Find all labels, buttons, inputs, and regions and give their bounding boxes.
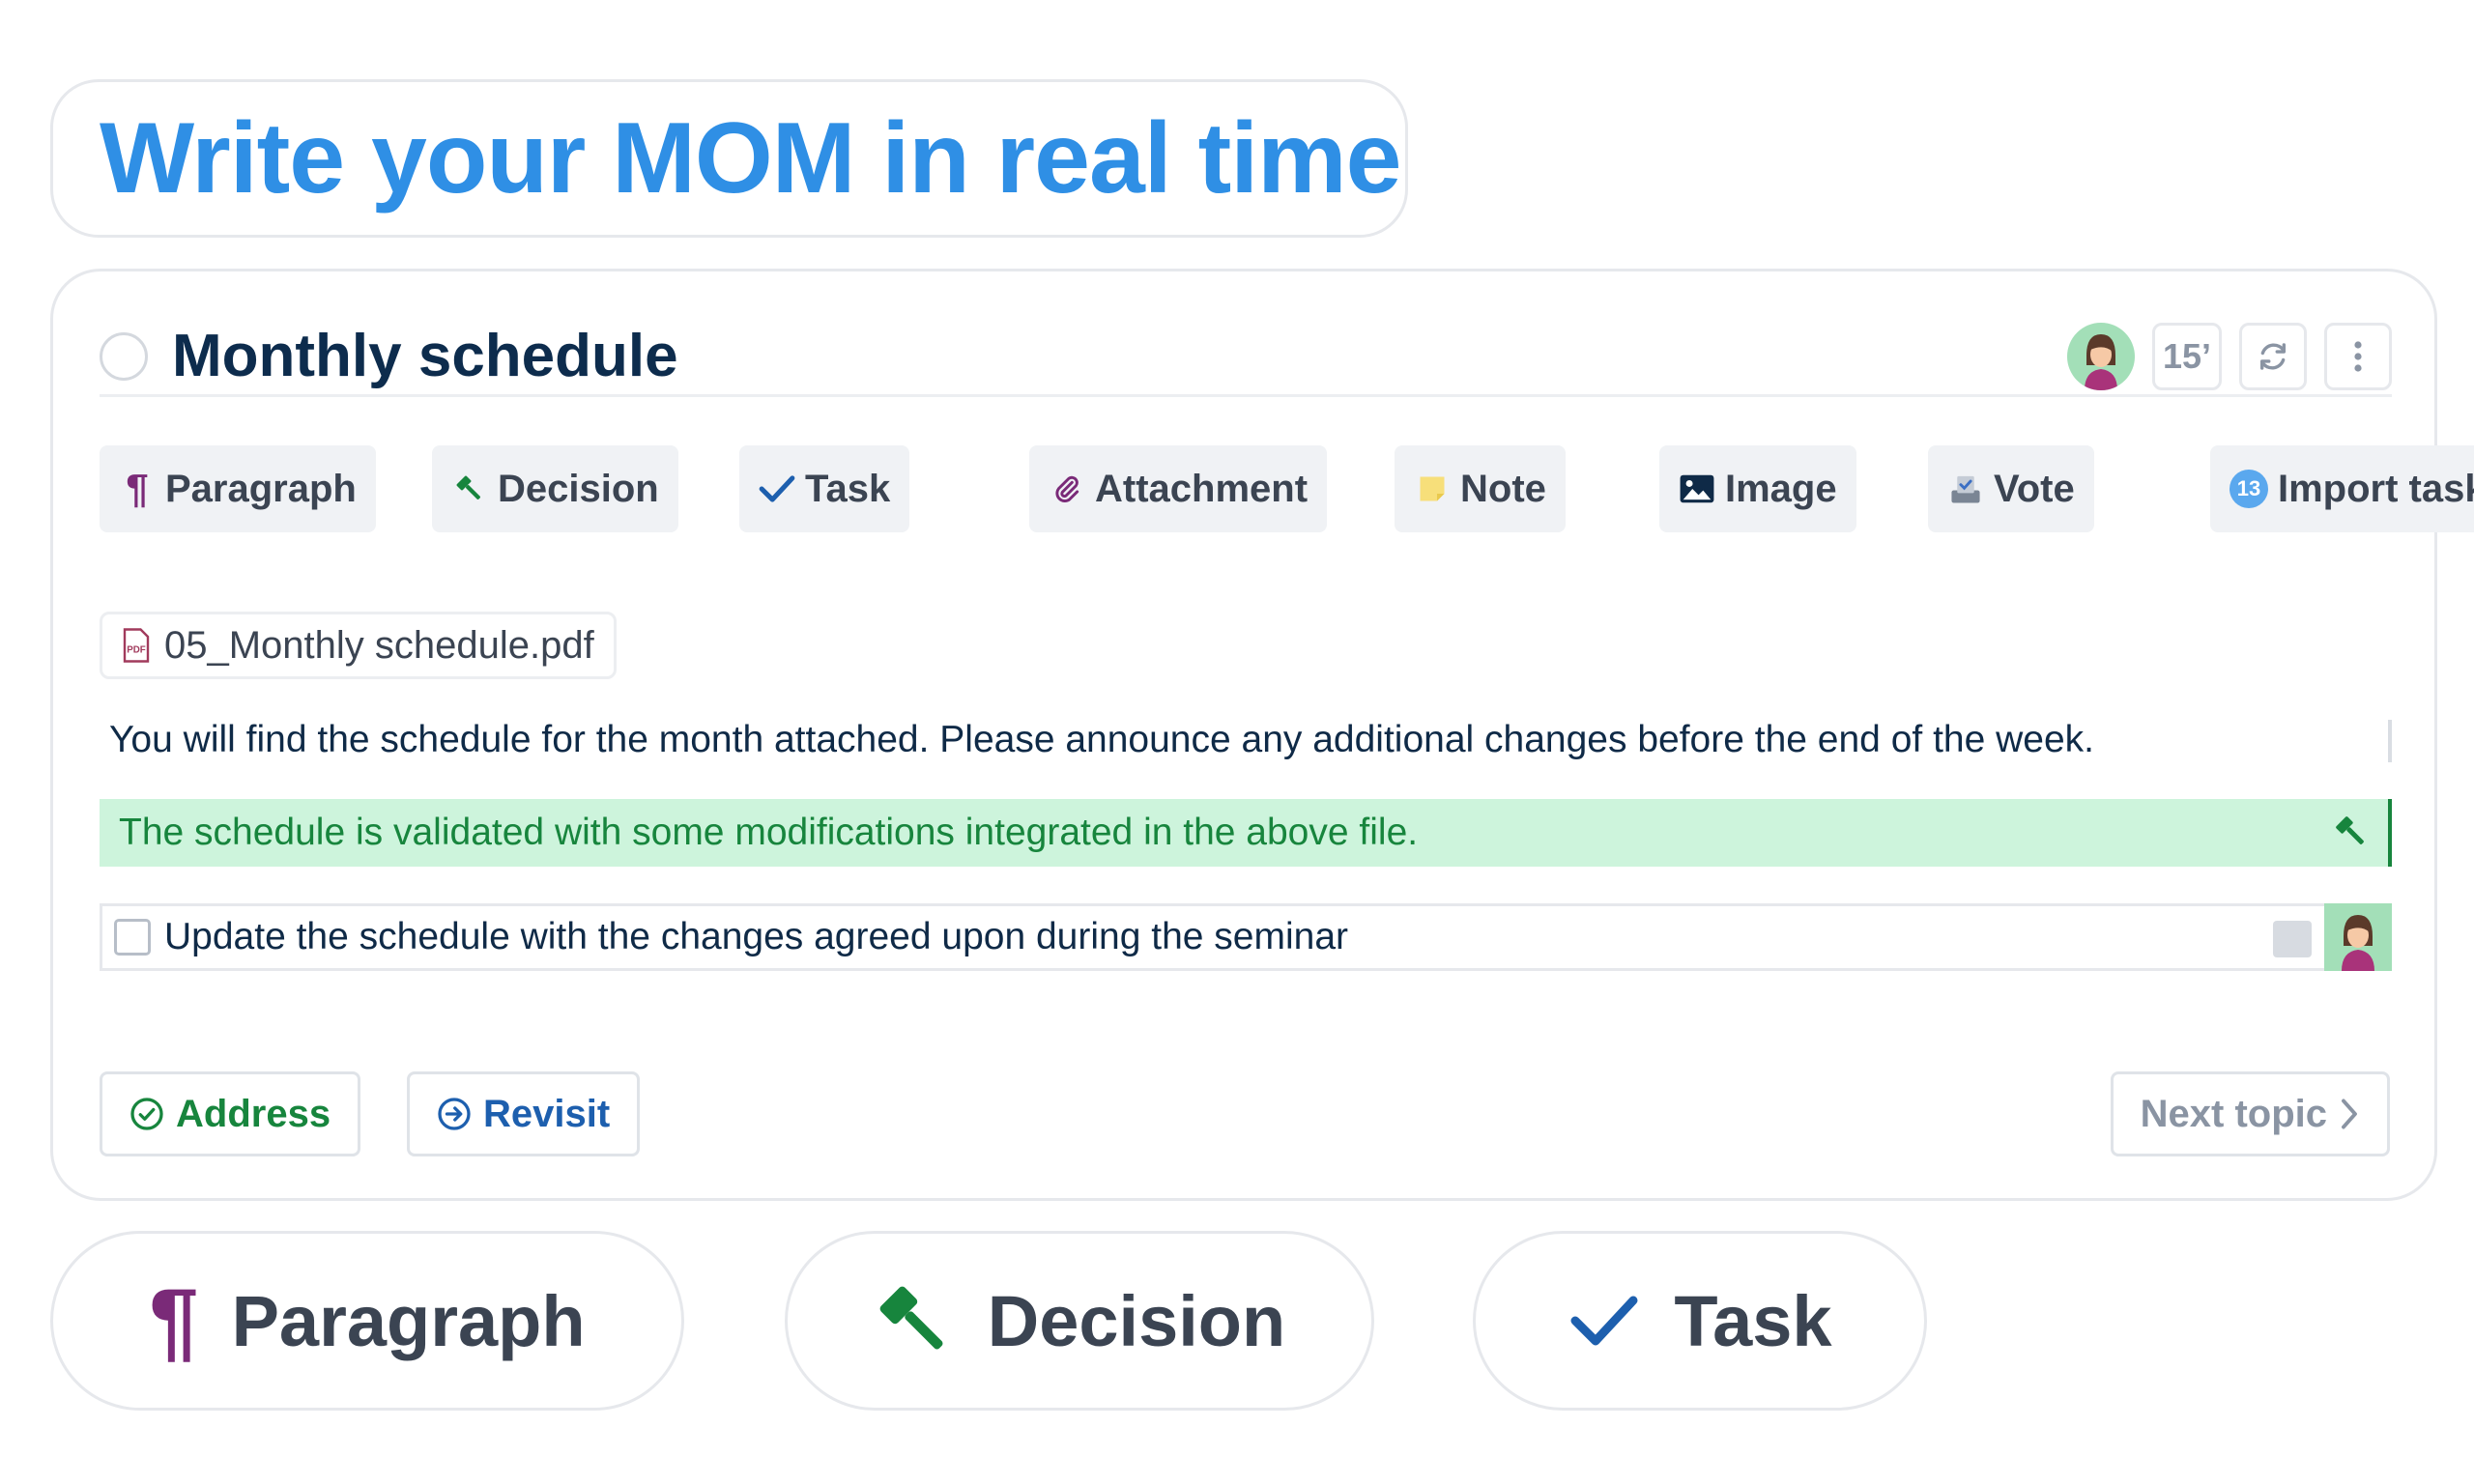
attachment-filename: 05_Monthly schedule.pdf <box>164 623 594 667</box>
note-icon <box>1414 471 1451 507</box>
gavel-icon <box>2332 813 2371 861</box>
due-date-button[interactable] <box>2273 921 2312 957</box>
chevron-right-icon <box>2342 1099 2357 1129</box>
insert-toolbar: ¶ Paragraph Decision Task Attachment Not… <box>100 445 2474 532</box>
feature-pill-decision: Decision <box>785 1231 1374 1411</box>
duration-button[interactable]: 15’ <box>2151 322 2222 390</box>
insert-image-button[interactable]: Image <box>1659 445 1856 532</box>
image-icon <box>1679 471 1715 507</box>
check-circle-icon <box>130 1098 163 1130</box>
gavel-icon <box>451 471 488 507</box>
insert-image-label: Image <box>1725 467 1837 510</box>
import-tasks-button[interactable]: 13 Import tasks <box>2210 445 2474 532</box>
woman-avatar-icon <box>2084 333 2117 390</box>
feature-pill-paragraph: ¶ Paragraph <box>50 1231 684 1411</box>
check-icon <box>759 471 795 507</box>
headline: Write your MOM in real time <box>100 101 1401 214</box>
task-text: Update the schedule with the changes agr… <box>164 916 1348 957</box>
topic-header: Monthly schedule 15’ <box>100 318 2392 397</box>
presenter-avatar[interactable] <box>2066 322 2135 390</box>
decision-text: The schedule is validated with some modi… <box>119 812 1419 853</box>
import-count: 13 <box>2236 476 2261 500</box>
ballot-box-icon <box>1947 471 1984 507</box>
feature-pill-task: Task <box>1473 1231 1927 1411</box>
assignee-avatar[interactable] <box>2324 903 2392 971</box>
insert-decision-label: Decision <box>498 467 659 510</box>
feature-task-label: Task <box>1674 1280 1832 1361</box>
headline-banner: Write your MOM in real time <box>50 79 1408 238</box>
topic-title[interactable]: Monthly schedule <box>172 322 678 390</box>
task-item[interactable]: Update the schedule with the changes agr… <box>100 903 2392 971</box>
task-checkbox[interactable] <box>114 919 151 956</box>
pilcrow-icon: ¶ <box>149 1271 199 1370</box>
paragraph-text: You will find the schedule for the month… <box>109 719 2094 760</box>
insert-task-button[interactable]: Task <box>739 445 910 532</box>
more-vertical-icon <box>2354 340 2362 372</box>
paragraph-item[interactable]: You will find the schedule for the month… <box>100 706 2392 774</box>
insert-vote-button[interactable]: Vote <box>1928 445 2094 532</box>
insert-paragraph-label: Paragraph <box>165 467 357 510</box>
topic-tools: 15’ <box>2066 322 2392 390</box>
attachment-chip[interactable]: PDF 05_Monthly schedule.pdf <box>100 612 617 679</box>
pdf-file-icon: PDF <box>123 628 150 663</box>
insert-decision-button[interactable]: Decision <box>432 445 678 532</box>
insert-task-label: Task <box>805 467 891 510</box>
check-icon <box>1570 1296 1638 1346</box>
insert-vote-label: Vote <box>1994 467 2075 510</box>
insert-note-label: Note <box>1460 467 1546 510</box>
insert-paragraph-button[interactable]: ¶ Paragraph <box>100 445 376 532</box>
refresh-icon <box>2259 342 2287 370</box>
woman-avatar-icon <box>2342 915 2374 971</box>
next-topic-label: Next topic <box>2140 1092 2327 1135</box>
import-badge-icon: 13 <box>2229 470 2268 508</box>
address-button[interactable]: Address <box>100 1071 361 1156</box>
refresh-button[interactable] <box>2239 322 2307 390</box>
revisit-button[interactable]: Revisit <box>407 1071 641 1156</box>
insert-attachment-label: Attachment <box>1095 467 1309 510</box>
pilcrow-icon: ¶ <box>126 466 149 511</box>
more-options-button[interactable] <box>2324 322 2392 390</box>
feature-decision-label: Decision <box>987 1280 1286 1361</box>
next-topic-button[interactable]: Next topic <box>2110 1071 2390 1156</box>
import-tasks-label: Import tasks <box>2278 467 2474 510</box>
paperclip-icon <box>1049 471 1085 507</box>
paragraph-indicator <box>2388 720 2392 762</box>
duration-label: 15’ <box>2162 335 2211 376</box>
feature-paragraph-label: Paragraph <box>231 1280 586 1361</box>
address-label: Address <box>176 1092 331 1135</box>
arrow-circle-icon <box>438 1098 471 1130</box>
topic-card: Monthly schedule 15’ ¶ Paragraph Decisio… <box>50 269 2474 1201</box>
insert-attachment-button[interactable]: Attachment <box>1029 445 1328 532</box>
topic-status-toggle[interactable] <box>100 331 148 381</box>
decision-indicator <box>2388 799 2392 867</box>
svg-text:PDF: PDF <box>127 645 146 656</box>
insert-note-button[interactable]: Note <box>1395 445 1566 532</box>
decision-item[interactable]: The schedule is validated with some modi… <box>100 799 2392 867</box>
revisit-label: Revisit <box>483 1092 611 1135</box>
gavel-icon <box>879 1286 943 1350</box>
